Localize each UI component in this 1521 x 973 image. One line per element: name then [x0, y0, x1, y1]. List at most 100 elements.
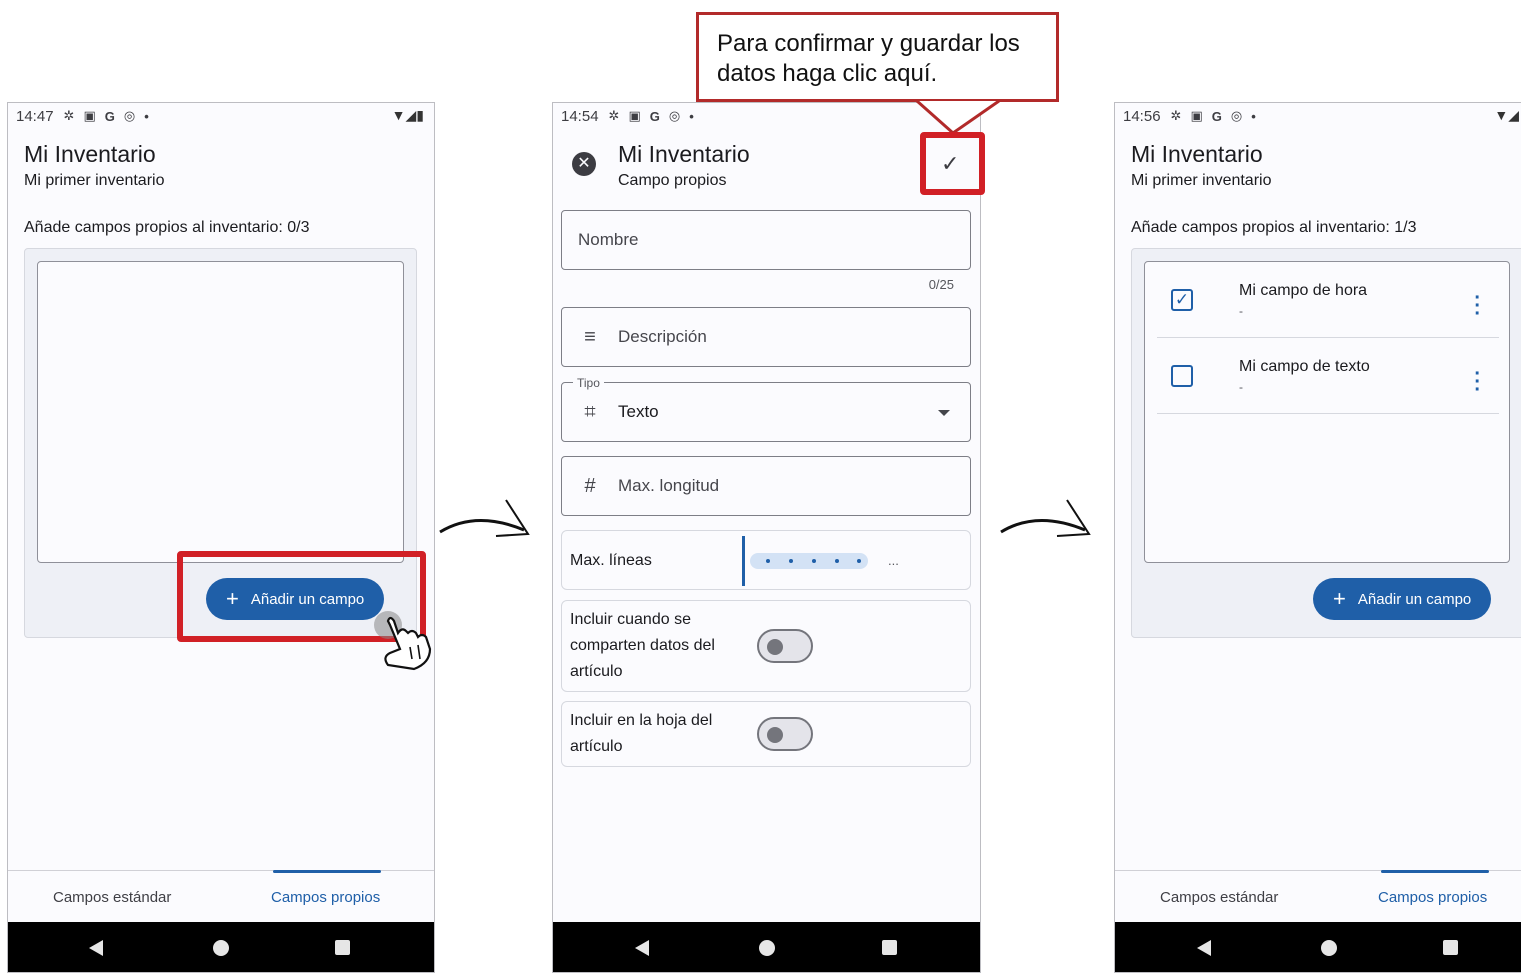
phone-screen-1: 14:47 ✲ ▣ G ◎ • ▼◢▮ Mi Inventario Mi pri… — [7, 102, 435, 973]
active-tab-indicator — [1381, 870, 1489, 873]
app-subtitle: Mi primer inventario — [24, 172, 165, 189]
dot-icon: • — [144, 108, 149, 124]
g-icon: G — [1211, 108, 1222, 124]
sheet-toggle[interactable] — [757, 717, 813, 751]
back-icon[interactable] — [635, 940, 649, 956]
at-icon: ◎ — [123, 108, 136, 123]
instruction-callout: Para confirmar y guardar los datos haga … — [696, 12, 1059, 102]
crop-icon: ⌗ — [584, 400, 596, 423]
description-field[interactable]: ≡ Descripción — [561, 307, 971, 367]
max-lines-row: Max. líneas ... — [561, 530, 971, 590]
share-label-line3: artículo — [570, 663, 623, 680]
type-label: Tipo — [573, 376, 604, 390]
a-icon: ▣ — [628, 108, 641, 123]
a-icon: ▣ — [1190, 108, 1203, 123]
section-label: Añade campos propios al inventario: 0/3 — [24, 219, 310, 236]
add-field-button[interactable]: + Añadir un campo — [1313, 578, 1492, 620]
slider-value: ... — [888, 553, 899, 568]
app-title: Mi Inventario — [1131, 141, 1263, 167]
tutorial-stage: 14:47 ✲ ▣ G ◎ • ▼◢▮ Mi Inventario Mi pri… — [0, 0, 1521, 973]
recents-icon[interactable] — [1443, 940, 1458, 955]
name-char-counter: 0/25 — [928, 277, 954, 292]
more-vert-icon[interactable]: · · · — [1474, 288, 1481, 324]
status-time: 14:47 — [16, 107, 54, 125]
at-icon: ◎ — [1230, 108, 1243, 123]
dot-icon: • — [1251, 108, 1256, 124]
system-nav-bar — [1115, 922, 1521, 972]
back-icon[interactable] — [1197, 940, 1211, 956]
share-label-line2: comparten datos del — [570, 637, 715, 654]
section-label: Añade campos propios al inventario: 1/3 — [1131, 219, 1417, 236]
checked-checkbox-icon[interactable]: ✓ — [1171, 289, 1193, 311]
recents-icon[interactable] — [335, 940, 350, 955]
share-toggle-row: Incluir cuando se comparten datos del ar… — [561, 600, 971, 692]
wifi-signal-battery-icon: ▼◢▮ — [391, 107, 424, 123]
tab-custom-fields[interactable]: Campos propios — [271, 889, 380, 906]
slider-tick — [789, 559, 793, 563]
custom-fields-list — [37, 261, 404, 563]
item-title: Mi campo de hora — [1239, 282, 1368, 299]
custom-fields-card: ✓ Mi campo de hora - · · · Mi campo de tex… — [1131, 248, 1521, 638]
slider-tick — [812, 559, 816, 563]
home-icon[interactable] — [759, 940, 775, 956]
back-icon[interactable] — [89, 940, 103, 956]
sheet-label-line2: artículo — [570, 738, 623, 755]
slider-tick — [766, 559, 770, 563]
toggle-knob — [767, 727, 783, 743]
more-vert-icon[interactable]: · · · — [1474, 364, 1481, 400]
item-subtitle: - — [1239, 304, 1243, 318]
close-icon[interactable]: ✕ — [572, 152, 596, 176]
wifi-signal-icon: ▼◢ — [1494, 107, 1519, 123]
gear-icon: ✲ — [608, 108, 620, 123]
home-icon[interactable] — [1321, 940, 1337, 956]
phone-screen-2: 14:54 ✲ ▣ G ◎ • ✕ Mi Inventario Campo pr… — [552, 102, 981, 973]
g-icon: G — [649, 108, 660, 124]
app-title: Mi Inventario — [618, 141, 750, 167]
list-item[interactable]: Mi campo de texto - · · · — [1157, 338, 1499, 414]
callout-line2: datos haga clic aquí. — [717, 60, 938, 87]
status-bar: 14:56 ✲ ▣ G ◎ • ▼◢ — [1115, 103, 1521, 129]
system-nav-bar — [8, 922, 434, 972]
hash-icon: # — [584, 474, 596, 497]
app-subtitle: Campo propios — [618, 172, 727, 189]
system-nav-bar — [553, 922, 980, 972]
max-length-field[interactable]: # Max. longitud — [561, 456, 971, 516]
phone-screen-3: 14:56 ✲ ▣ G ◎ • ▼◢ Mi Inventario Mi prim… — [1114, 102, 1521, 973]
toggle-knob — [767, 639, 783, 655]
slider-tick — [835, 559, 839, 563]
type-select[interactable]: ⌗ Texto — [561, 382, 971, 442]
flow-arrow-icon — [1000, 499, 1091, 537]
dropdown-caret-icon — [938, 410, 950, 416]
slider-handle[interactable] — [742, 536, 745, 586]
recents-icon[interactable] — [882, 940, 897, 955]
tab-standard-fields[interactable]: Campos estándar — [53, 889, 171, 906]
gear-icon: ✲ — [1170, 108, 1182, 123]
list-item[interactable]: ✓ Mi campo de hora - · · · — [1157, 262, 1499, 338]
status-bar: 14:47 ✲ ▣ G ◎ • ▼◢▮ — [8, 103, 434, 129]
bottom-tabs: Campos estándar Campos propios — [1115, 870, 1521, 922]
home-icon[interactable] — [213, 940, 229, 956]
plus-icon: + — [1333, 586, 1346, 611]
type-value: Texto — [618, 402, 659, 421]
share-toggle[interactable] — [757, 629, 813, 663]
app-subtitle: Mi primer inventario — [1131, 172, 1272, 189]
at-icon: ◎ — [668, 108, 681, 123]
app-title: Mi Inventario — [24, 141, 156, 167]
item-subtitle: - — [1239, 380, 1243, 394]
max-lines-label: Max. líneas — [570, 552, 652, 569]
max-lines-slider[interactable] — [750, 553, 868, 569]
active-tab-indicator — [273, 870, 381, 873]
status-time: 14:56 — [1123, 107, 1161, 125]
slider-tick — [857, 559, 861, 563]
sheet-toggle-row: Incluir en la hoja del artículo — [561, 701, 971, 767]
sheet-label-line1: Incluir en la hoja del — [570, 712, 713, 729]
highlight-confirm-button — [920, 132, 985, 195]
tab-standard-fields[interactable]: Campos estándar — [1160, 889, 1278, 906]
item-title: Mi campo de texto — [1239, 358, 1370, 375]
g-icon: G — [104, 108, 115, 124]
tab-custom-fields[interactable]: Campos propios — [1378, 889, 1487, 906]
unchecked-checkbox-icon[interactable] — [1171, 365, 1193, 387]
add-field-label: Añadir un campo — [1357, 590, 1472, 608]
name-field[interactable]: Nombre — [561, 210, 971, 270]
dot-icon: • — [689, 108, 694, 124]
